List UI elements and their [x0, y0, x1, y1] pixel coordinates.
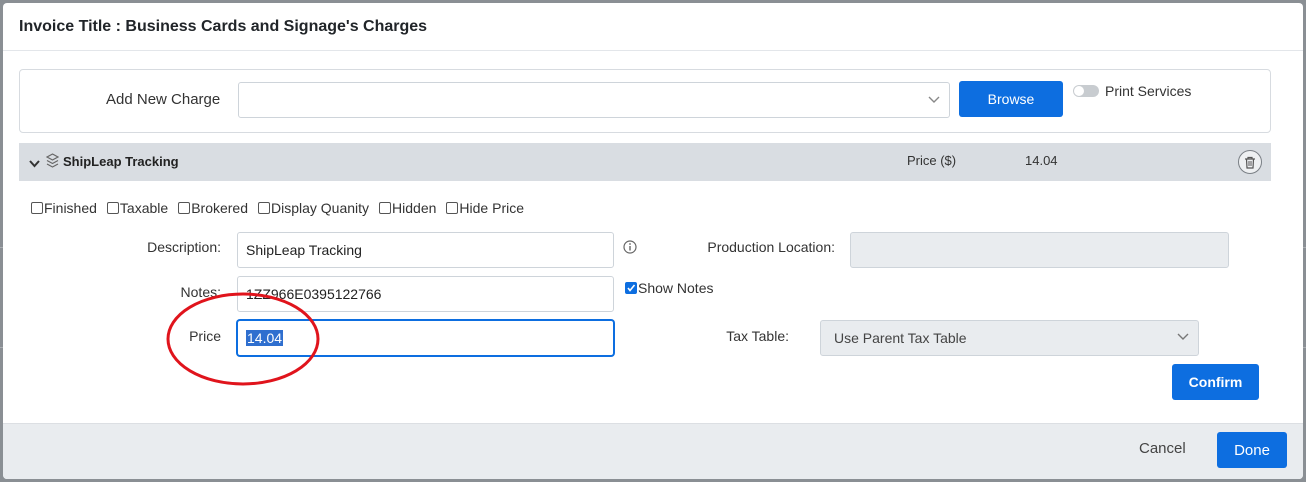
done-button[interactable]: Done	[1217, 432, 1287, 468]
charge-item-header[interactable]: ShipLeap Tracking Price ($) 14.04	[19, 143, 1271, 181]
add-charge-select[interactable]	[238, 82, 950, 118]
chevron-down-icon	[1176, 329, 1190, 346]
trash-icon[interactable]	[1238, 150, 1262, 174]
checkbox-box[interactable]	[379, 202, 392, 214]
layers-icon	[45, 153, 60, 173]
description-value: ShipLeap Tracking	[246, 242, 362, 258]
modal-header: Invoice Title : Business Cards and Signa…	[3, 3, 1303, 51]
print-services-toggle[interactable]	[1073, 85, 1099, 97]
add-charge-label: Add New Charge	[106, 91, 221, 108]
checkbox-label: Taxable	[119, 200, 169, 216]
option-checkboxes: Finished Taxable Brokered Display Quanit…	[31, 200, 534, 216]
hidden-checkbox[interactable]: Hidden	[379, 200, 436, 216]
taxable-checkbox[interactable]: Taxable	[106, 200, 169, 216]
price-value: 14.04	[1025, 153, 1058, 168]
checkbox-box[interactable]	[31, 202, 43, 214]
finished-checkbox[interactable]: Finished	[31, 200, 97, 216]
tax-table-label: Tax Table:	[726, 328, 789, 344]
charge-item-name: ShipLeap Tracking	[63, 154, 179, 169]
browse-button[interactable]: Browse	[959, 81, 1063, 117]
invoice-charge-modal: Invoice Title : Business Cards and Signa…	[3, 3, 1303, 479]
add-charge-panel: Add New Charge Browse Print Services	[19, 69, 1271, 133]
chevron-down-icon	[927, 92, 941, 111]
checkbox-label: Hidden	[392, 200, 437, 216]
tax-table-select[interactable]: Use Parent Tax Table	[820, 320, 1199, 356]
hide-price-checkbox[interactable]: Hide Price	[446, 200, 524, 216]
checkbox-label: Display Quanity	[271, 200, 370, 216]
notes-label: Notes:	[180, 284, 221, 300]
price-label: Price	[189, 328, 221, 344]
chevron-down-icon[interactable]	[29, 156, 40, 174]
cancel-button[interactable]: Cancel	[1133, 439, 1192, 458]
checkbox-box[interactable]	[446, 202, 459, 214]
info-icon[interactable]	[623, 240, 637, 259]
checkbox-label: Show Notes	[638, 280, 714, 296]
show-notes-checkbox[interactable]: Show Notes	[625, 280, 713, 296]
display-quanity-checkbox[interactable]: Display Quanity	[258, 200, 369, 216]
price-header: Price ($)	[907, 153, 957, 168]
checkbox-box[interactable]	[106, 202, 119, 214]
checkbox-label: Hide Price	[459, 200, 525, 216]
production-location-label: Production Location:	[707, 239, 835, 255]
price-input[interactable]: 14.04	[237, 320, 614, 356]
checkbox-label: Finished	[44, 200, 97, 216]
print-services-label: Print Services	[1105, 83, 1192, 99]
checkbox-box[interactable]	[258, 202, 270, 214]
confirm-button[interactable]: Confirm	[1172, 364, 1259, 400]
description-input[interactable]: ShipLeap Tracking	[237, 232, 614, 268]
brokered-checkbox[interactable]: Brokered	[178, 200, 248, 216]
notes-value: 1ZZ966E0395122766	[246, 286, 382, 302]
notes-input[interactable]: 1ZZ966E0395122766	[237, 276, 614, 312]
tax-table-value: Use Parent Tax Table	[834, 330, 967, 346]
description-label: Description:	[147, 239, 221, 255]
checkbox-label: Brokered	[191, 200, 248, 216]
modal-title: Invoice Title : Business Cards and Signa…	[19, 17, 428, 35]
modal-footer: Cancel Done	[3, 423, 1303, 479]
price-input-value: 14.04	[246, 330, 284, 346]
production-location-input[interactable]	[850, 232, 1229, 268]
checkbox-box[interactable]	[178, 202, 191, 214]
checkbox-box[interactable]	[625, 282, 637, 294]
